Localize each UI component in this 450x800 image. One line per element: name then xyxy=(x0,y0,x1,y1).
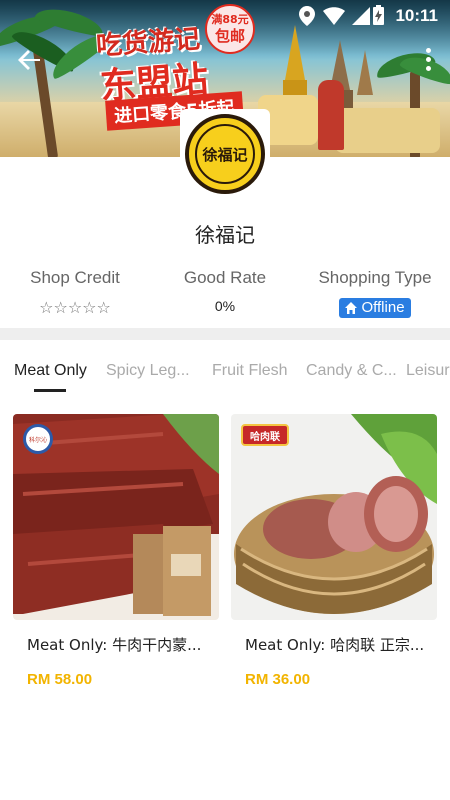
category-tabs: Meat Only Spicy Leg... Fruit Flesh Candy… xyxy=(0,352,450,394)
shopping-type-stat: Shopping Type Offline xyxy=(300,268,450,324)
person-illustration xyxy=(318,80,344,150)
battery-charging-icon xyxy=(373,5,384,25)
shop-credit-stat: Shop Credit ☆☆☆☆☆ xyxy=(0,268,150,324)
wifi-icon xyxy=(323,7,345,25)
product-card[interactable]: 科尔沁 Meat Only: 牛肉干内蒙... RM 58.00 xyxy=(13,414,219,704)
shop-credit-stars: ☆☆☆☆☆ xyxy=(39,298,111,317)
location-icon xyxy=(299,6,315,26)
product-image[interactable]: 哈肉联 xyxy=(231,414,437,620)
product-price: RM 58.00 xyxy=(27,671,93,688)
tab-leisure[interactable]: Leisur xyxy=(406,362,450,380)
tab-meat-only[interactable]: Meat Only xyxy=(14,362,87,380)
home-icon xyxy=(345,302,358,315)
product-image[interactable]: 科尔沁 xyxy=(13,414,219,620)
shop-name: 徐福记 xyxy=(195,223,255,247)
more-options-icon[interactable] xyxy=(424,48,432,74)
product-title[interactable]: Meat Only: 哈肉联 正宗... xyxy=(245,634,425,655)
back-arrow-icon[interactable] xyxy=(14,44,46,76)
product-title[interactable]: Meat Only: 牛肉干内蒙... xyxy=(27,634,207,655)
shopping-type-label: Shopping Type xyxy=(318,268,432,287)
brand-seal-text: 科尔沁 xyxy=(28,436,47,444)
active-tab-indicator xyxy=(34,389,66,392)
shop-stats: Shop Credit ☆☆☆☆☆ Good Rate 0% Shopping … xyxy=(0,268,450,324)
cellular-signal-icon xyxy=(352,7,370,25)
product-price: RM 36.00 xyxy=(245,671,311,688)
good-rate-value: 0% xyxy=(214,298,236,314)
brand-logo: 哈肉联 xyxy=(241,424,289,446)
tab-candy[interactable]: Candy & C... xyxy=(306,362,397,380)
offline-badge: Offline xyxy=(339,298,411,318)
status-bar: 10:11 xyxy=(0,0,450,32)
section-divider xyxy=(0,328,450,340)
shop-credit-label: Shop Credit xyxy=(30,268,120,287)
brand-seal: 科尔沁 xyxy=(23,424,53,454)
shop-logo: 徐福记 xyxy=(180,109,270,199)
status-time: 10:11 xyxy=(395,6,438,25)
tab-fruit-flesh[interactable]: Fruit Flesh xyxy=(212,362,288,380)
good-rate-label: Good Rate xyxy=(183,268,267,287)
food-display xyxy=(335,108,440,153)
shop-logo-text: 徐福记 xyxy=(202,145,248,164)
brand-logo-text: 哈肉联 xyxy=(250,431,280,443)
good-rate-stat: Good Rate 0% xyxy=(150,268,300,324)
tab-spicy-leg[interactable]: Spicy Leg... xyxy=(106,362,190,380)
offline-badge-label: Offline xyxy=(361,299,405,316)
product-card[interactable]: 哈肉联 Meat Only: 哈肉联 正宗... RM 36.00 xyxy=(231,414,437,704)
